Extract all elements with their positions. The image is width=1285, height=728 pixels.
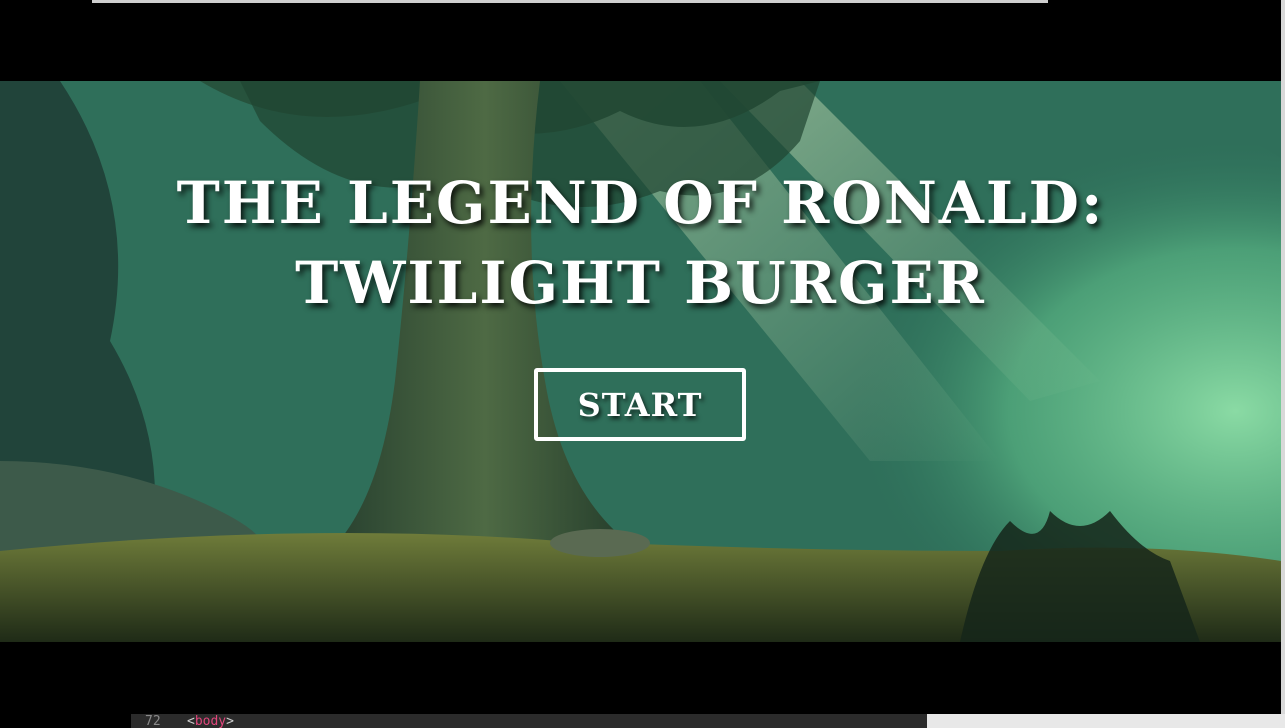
code-line: <body>	[187, 715, 234, 728]
game-title-line-2: TWILIGHT BURGER	[295, 249, 986, 317]
code-bracket-close: >	[226, 714, 234, 728]
code-tag: body	[194, 714, 227, 728]
title-screen-scene: THE LEGEND OF RONALD: TWILIGHT BURGER ST…	[0, 81, 1281, 642]
browser-top-strip	[92, 0, 1048, 3]
editor-side-panel	[927, 714, 1285, 728]
game-title-line-1: THE LEGEND OF RONALD:	[176, 169, 1105, 237]
game-title: THE LEGEND OF RONALD: TWILIGHT BURGER	[0, 163, 1281, 323]
code-editor-peek: 72 <body>	[131, 714, 927, 728]
line-number: 72	[145, 714, 161, 728]
start-button[interactable]: START	[534, 368, 746, 441]
window-right-edge	[1281, 0, 1285, 728]
code-bracket-open: <	[187, 714, 195, 728]
game-window: THE LEGEND OF RONALD: TWILIGHT BURGER ST…	[0, 0, 1285, 728]
